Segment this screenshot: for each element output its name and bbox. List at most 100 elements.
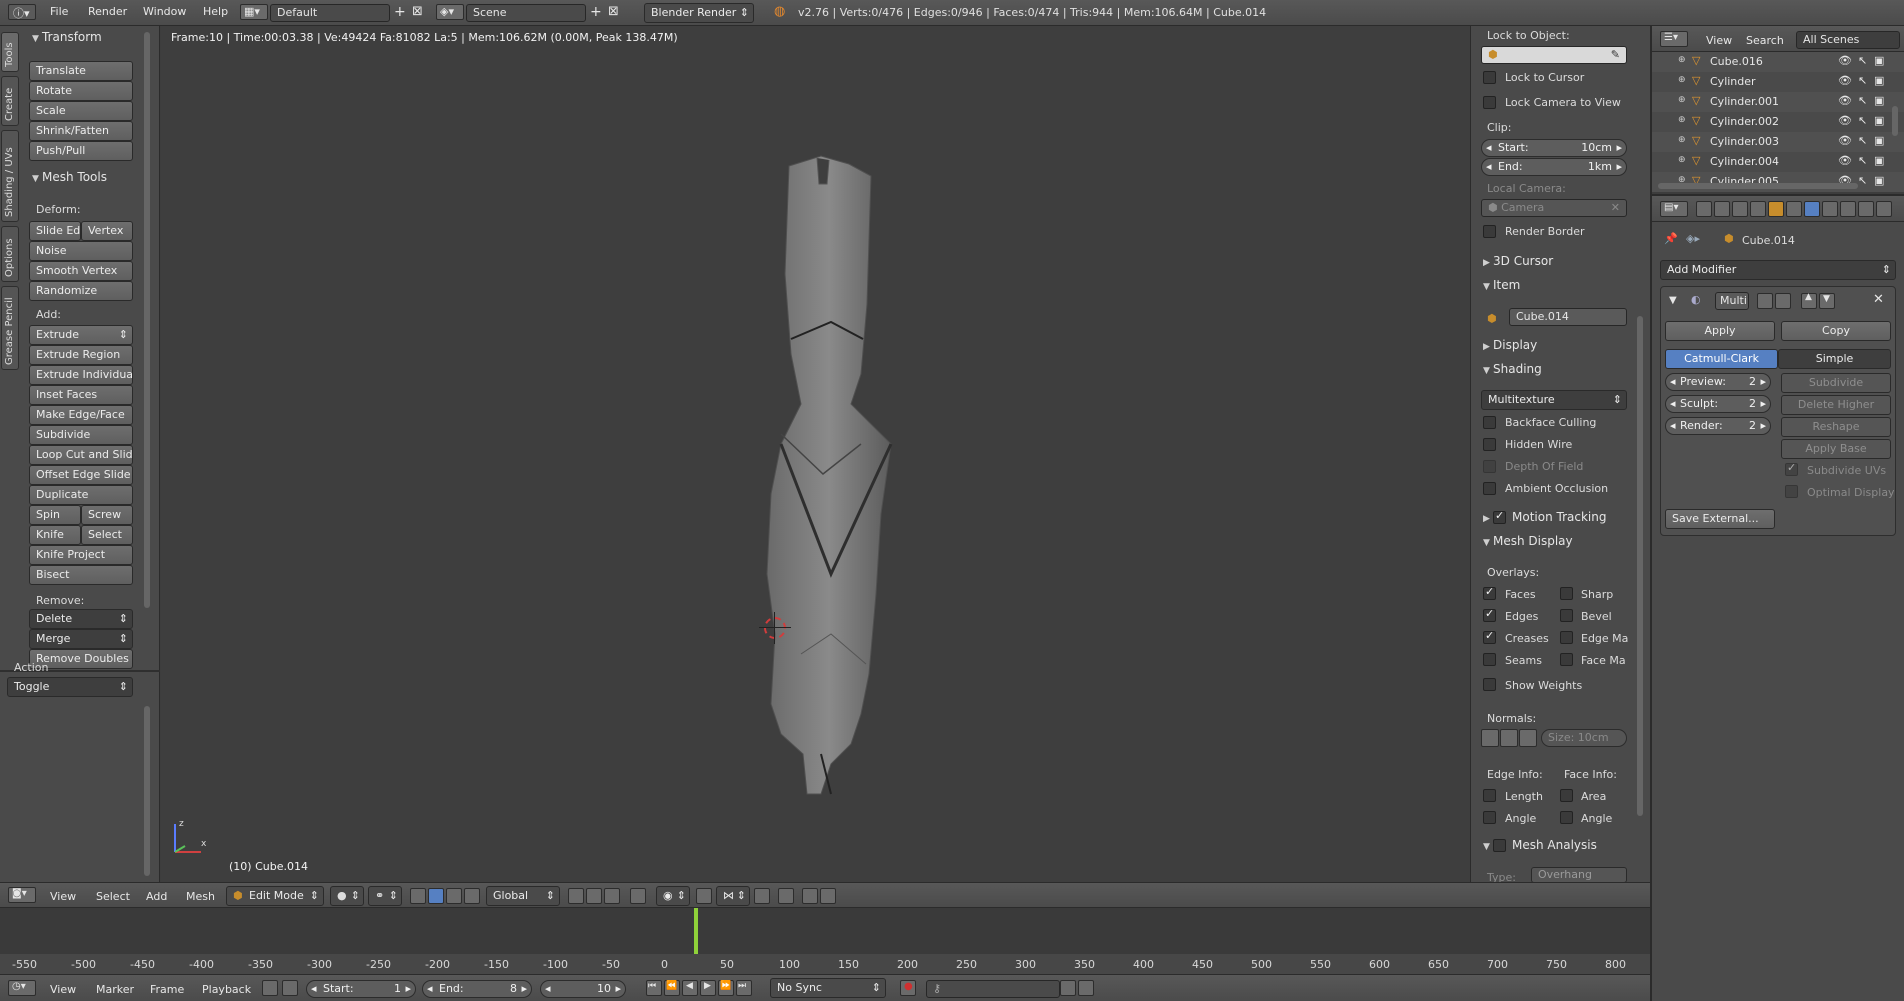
select-arrow-icon[interactable]: ↖ [1858,74,1867,87]
end-frame-field[interactable]: ◂ End: 8 ▸ [422,980,532,998]
noise-button[interactable]: Noise [29,241,133,261]
render-toggle-icon[interactable]: ▣ [1874,114,1884,127]
modifier-viewport-toggle-icon[interactable] [1775,293,1791,309]
translate-manip-icon[interactable] [428,888,444,904]
catmull-clark-button[interactable]: Catmull-Clark [1665,349,1778,369]
jump-keyframe-forward-icon[interactable]: ⏩ [718,980,734,996]
expand-icon[interactable]: ⊕ [1678,75,1686,85]
transform-panel-header[interactable]: ▼ Transform [32,30,102,44]
smooth-vertex-button[interactable]: Smooth Vertex [29,261,133,281]
scene-icon[interactable]: ◈▾ [436,4,464,20]
analysis-type-selector[interactable]: Overhang [1531,867,1627,883]
face-angle-checkbox[interactable] [1560,811,1573,824]
modifier-name-field[interactable]: Multi [1715,292,1749,310]
subdivide-mod-button[interactable]: Subdivide [1781,373,1891,393]
shading-panel-header[interactable]: ▼ Shading [1483,362,1542,376]
3d-cursor[interactable] [764,617,786,639]
start-frame-field[interactable]: ◂ Start: 1 ▸ [306,980,416,998]
view3d-editor-icon[interactable]: ◙▾ [8,887,36,903]
keying-set-field[interactable]: ⚷ [926,980,1060,998]
layout-selector[interactable]: Default [270,4,390,22]
lock-range-icon[interactable] [282,980,298,996]
dof-checkbox[interactable] [1483,460,1496,473]
preview-levels-field[interactable]: ◂ Preview: 2 ▸ [1665,373,1771,391]
make-edge-face-button[interactable]: Make Edge/Face [29,405,133,425]
select-arrow-icon[interactable]: ↖ [1858,94,1867,107]
scale-button[interactable]: Scale [29,101,133,121]
backface-checkbox[interactable] [1483,416,1496,429]
local-camera-field[interactable]: ⬢ Camera ✕ [1481,199,1627,217]
outliner-item-name[interactable]: Cylinder.002 [1710,115,1779,128]
mesh-analysis-checkbox[interactable] [1493,839,1506,852]
timeline-track[interactable] [0,908,1650,954]
seams-checkbox[interactable] [1483,653,1496,666]
auto-keying-icon[interactable]: ● [900,980,916,996]
outliner-item-name[interactable]: Cylinder [1710,75,1756,88]
tab-physics-icon[interactable] [1876,201,1892,217]
outliner-vscroll[interactable] [1892,106,1898,136]
timeline-menu-marker[interactable]: Marker [96,983,134,996]
layout-grid-icon[interactable]: ▦▾ [240,4,268,20]
menu-render[interactable]: Render [88,5,127,18]
duplicate-button[interactable]: Duplicate [29,485,133,505]
modifier-collapse-icon[interactable]: ▼ [1669,295,1677,306]
edges-checkbox[interactable] [1483,607,1496,622]
merge-button[interactable]: Merge ⇕ [29,629,133,649]
outliner-hscroll[interactable] [1658,183,1858,189]
outliner-item[interactable]: ⊕ ▽ Cylinder.004 👁 ↖ ▣ [1652,152,1904,172]
knife-project-button[interactable]: Knife Project [29,545,133,565]
copy-button[interactable]: Copy [1781,321,1891,341]
remove-scene-icon[interactable]: ⊠ [608,4,619,19]
outliner-menu-search[interactable]: Search [1746,34,1784,47]
edge-length-checkbox[interactable] [1483,789,1496,802]
blender-info-icon[interactable]: ⓘ▾ [8,4,36,20]
snap-target-icon[interactable] [754,888,770,904]
loop-cut-button[interactable]: Loop Cut and Slide [29,445,133,465]
delete-keyframe-icon[interactable] [1078,980,1094,996]
outliner-menu-view[interactable]: View [1706,34,1732,47]
offset-edge-slide-button[interactable]: Offset Edge Slide [29,465,133,485]
render-anim-icon[interactable] [820,888,836,904]
orientation-selector[interactable]: Global ⇕ [486,886,560,906]
face-normals-icon[interactable] [1519,729,1537,747]
edge-angle-checkbox[interactable] [1483,811,1496,824]
render-toggle-icon[interactable]: ▣ [1874,94,1884,107]
clip-end-field[interactable]: ◂ End: 1km ▸ [1481,158,1627,176]
tab-shading-uvs[interactable]: Shading / UVs [1,130,19,222]
tab-constraints-icon[interactable] [1786,201,1802,217]
show-weights-checkbox[interactable] [1483,678,1496,691]
rotate-manip-icon[interactable] [446,888,462,904]
menu-help[interactable]: Help [203,5,228,18]
play-reverse-icon[interactable]: ◀ [682,980,698,996]
face-select-icon[interactable] [604,888,620,904]
tab-grease-pencil[interactable]: Grease Pencil [1,286,19,370]
knife-button[interactable]: Knife [29,525,81,545]
tab-modifiers-icon[interactable] [1804,201,1820,217]
extrude-button[interactable]: Extrude ⇕ [29,325,133,345]
rotate-button[interactable]: Rotate [29,81,133,101]
render-toggle-icon[interactable]: ▣ [1874,74,1884,87]
vertex-select-icon[interactable] [568,888,584,904]
outliner-item-name[interactable]: Cube.016 [1710,55,1763,68]
expand-icon[interactable]: ⊕ [1678,55,1686,65]
loop-normals-icon[interactable] [1500,729,1518,747]
jump-keyframe-back-icon[interactable]: ⏪ [664,980,680,996]
outliner-item[interactable]: ⊕ ▽ Cylinder.005 👁 ↖ ▣ [1652,172,1904,192]
render-toggle-icon[interactable]: ▣ [1874,154,1884,167]
render-toggle-icon[interactable]: ▣ [1874,54,1884,67]
viewport-3d[interactable]: Frame:10 | Time:00:03.38 | Ve:49424 Fa:8… [161,26,1470,882]
tab-data-icon[interactable] [1822,201,1838,217]
visibility-icon[interactable]: 👁 [1838,134,1852,147]
simple-button[interactable]: Simple [1778,349,1891,369]
expand-icon[interactable]: ⊕ [1678,115,1686,125]
remove-modifier-icon[interactable]: ✕ [1873,292,1884,307]
outliner-item[interactable]: ⊕ ▽ Cylinder.001 👁 ↖ ▣ [1652,92,1904,112]
insert-keyframe-icon[interactable] [1060,980,1076,996]
visibility-icon[interactable]: 👁 [1838,114,1852,127]
timeline-editor-icon[interactable]: ◷▾ [8,980,36,996]
shrink-fatten-button[interactable]: Shrink/Fatten [29,121,133,141]
tab-options[interactable]: Options [1,226,19,282]
tab-render-icon[interactable] [1696,201,1712,217]
subdivide-uvs-checkbox[interactable] [1785,461,1798,476]
n-panel-scrollbar[interactable] [1637,316,1643,816]
